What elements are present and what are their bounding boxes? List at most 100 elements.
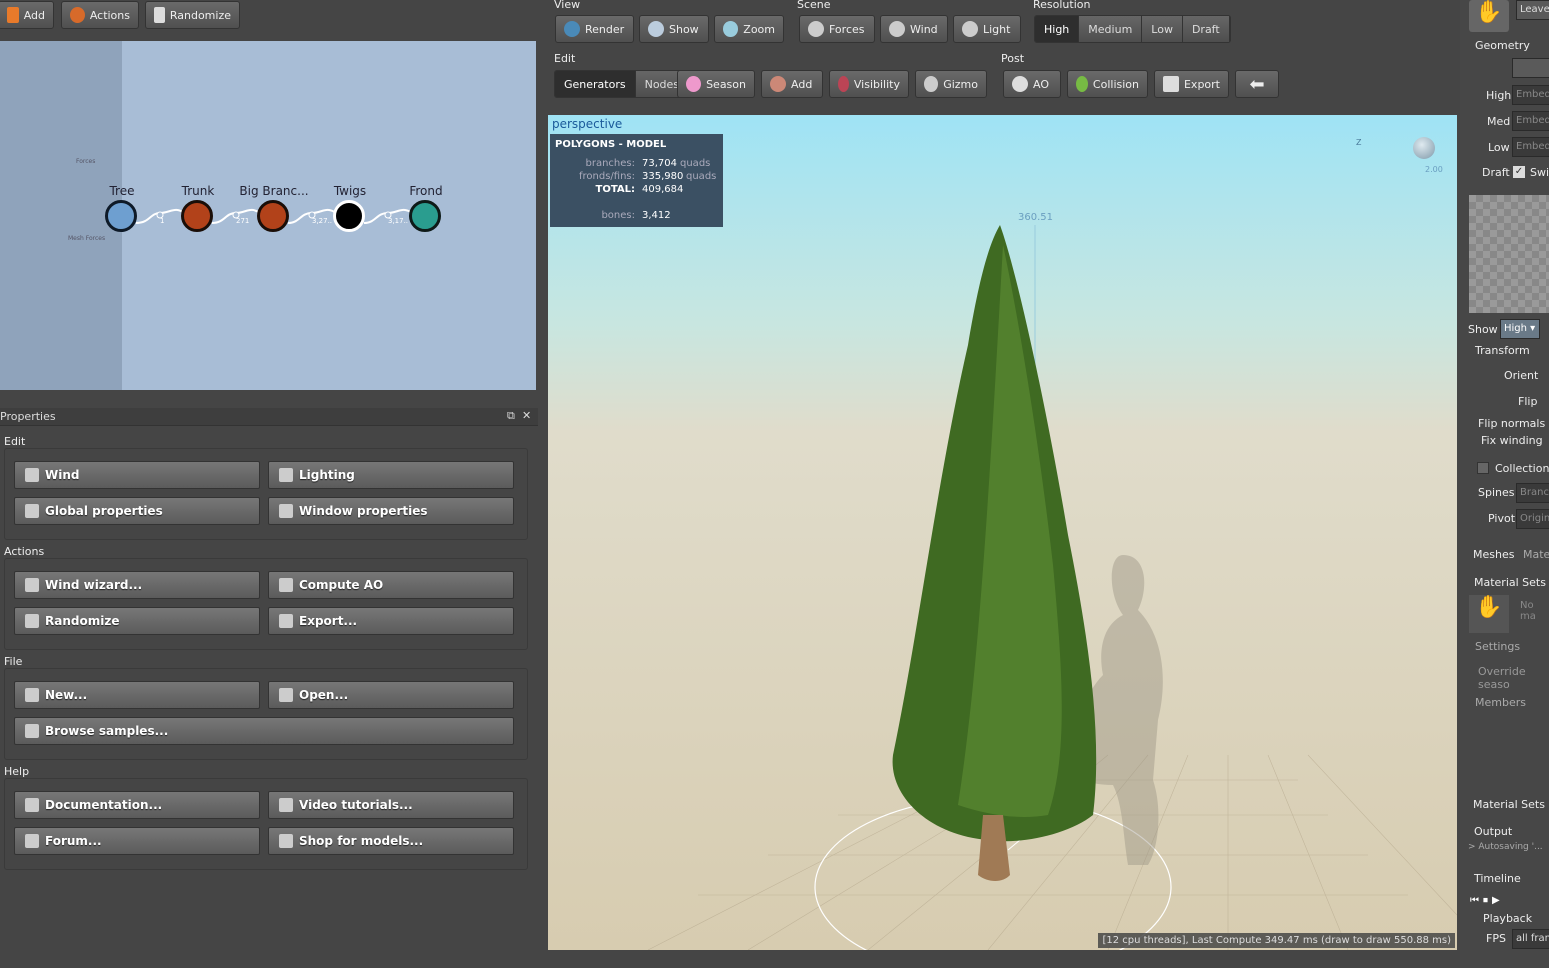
render-button[interactable]: Render bbox=[555, 15, 634, 43]
switch-label: Swi bbox=[1530, 166, 1549, 179]
collection-checkbox[interactable] bbox=[1477, 462, 1489, 474]
branches-unit: quads bbox=[680, 158, 711, 169]
resolution-medium[interactable]: Medium bbox=[1079, 16, 1143, 42]
output-label: Output bbox=[1474, 825, 1513, 838]
texture-preview bbox=[1469, 195, 1549, 313]
flip-normals-label: Flip normals bbox=[1478, 417, 1546, 430]
randomize-button[interactable]: Randomize bbox=[145, 1, 240, 29]
wind-button[interactable]: Wind bbox=[14, 461, 260, 489]
zoom-button[interactable]: Zoom bbox=[714, 15, 784, 43]
meshes-tab[interactable]: Meshes bbox=[1473, 548, 1514, 561]
view-mode-label: perspective bbox=[552, 117, 623, 131]
fronds-value: 335,980 bbox=[642, 171, 684, 182]
browse-samples-button[interactable]: Browse samples... bbox=[14, 717, 514, 745]
materials-tab[interactable]: Mate bbox=[1523, 548, 1549, 561]
lighting-button[interactable]: Lighting bbox=[268, 461, 514, 489]
node-trunk[interactable] bbox=[181, 200, 213, 232]
hand-icon[interactable]: ✋ bbox=[1469, 595, 1509, 633]
hand-icon[interactable]: ✋ bbox=[1469, 0, 1509, 32]
export-icon bbox=[279, 614, 293, 628]
node-graph[interactable]: Forces Mesh Forces 1 271 3,27.. 3,17.. T… bbox=[0, 41, 536, 390]
resolution-selector[interactable]: High Medium Low Draft bbox=[1034, 15, 1231, 43]
node-tree[interactable] bbox=[105, 200, 137, 232]
gizmo-button[interactable]: Gizmo bbox=[915, 70, 987, 98]
show-button[interactable]: Show bbox=[639, 15, 709, 43]
draft-checkbox[interactable]: ✓ bbox=[1513, 166, 1525, 178]
show-dropdown[interactable]: High ▾ bbox=[1500, 319, 1540, 339]
playback-controls[interactable]: ⏮⏹▶ bbox=[1470, 895, 1504, 906]
geometry-button[interactable] bbox=[1512, 58, 1549, 78]
orient-label: Orient bbox=[1504, 369, 1539, 382]
low-field[interactable]: Embed bbox=[1512, 137, 1549, 157]
season-button[interactable]: Season bbox=[677, 70, 755, 98]
light-button[interactable]: Light bbox=[953, 15, 1021, 43]
light-direction-icon[interactable] bbox=[1413, 137, 1435, 159]
ao-button[interactable]: AO bbox=[1003, 70, 1061, 98]
float-icon[interactable]: ⧉ bbox=[507, 409, 515, 423]
dice-icon bbox=[25, 614, 39, 628]
actions-button[interactable]: Actions bbox=[61, 1, 139, 29]
forum-button[interactable]: Forum... bbox=[14, 827, 260, 855]
wind-icon bbox=[25, 468, 39, 482]
settings-label: Settings bbox=[1475, 640, 1521, 653]
edit-mode-tabs[interactable]: Generators Nodes bbox=[554, 70, 691, 98]
back-button[interactable]: ⬅ bbox=[1235, 70, 1279, 98]
height-readout: 360.51 bbox=[1018, 212, 1053, 223]
resolution-draft[interactable]: Draft bbox=[1182, 16, 1230, 42]
bones-label: bones: bbox=[601, 210, 635, 221]
resolution-group-label: Resolution bbox=[1033, 0, 1091, 11]
actions-icon bbox=[70, 7, 85, 23]
leaves-tab[interactable]: Leave bbox=[1516, 0, 1549, 20]
export-button[interactable]: Export bbox=[1154, 70, 1229, 98]
export-action-button[interactable]: Export... bbox=[268, 607, 514, 635]
new-button[interactable]: New... bbox=[14, 681, 260, 709]
collision-icon bbox=[1076, 76, 1088, 92]
export-icon bbox=[1163, 76, 1179, 92]
collision-button[interactable]: Collision bbox=[1067, 70, 1148, 98]
search-icon bbox=[25, 724, 39, 738]
stats-title: POLYGONS - MODEL bbox=[555, 139, 667, 150]
node-big-branches[interactable] bbox=[257, 200, 289, 232]
gizmo-icon bbox=[924, 76, 939, 92]
node-label: Big Branc... bbox=[239, 184, 309, 198]
wind-wizard-button[interactable]: Wind wizard... bbox=[14, 571, 260, 599]
open-button[interactable]: Open... bbox=[268, 681, 514, 709]
resolution-high[interactable]: High bbox=[1035, 16, 1080, 42]
node-frond[interactable] bbox=[409, 200, 441, 232]
window-properties-button[interactable]: Window properties bbox=[268, 497, 514, 525]
material-sets-label: Material Sets bbox=[1474, 576, 1546, 589]
high-field[interactable]: Embed bbox=[1512, 85, 1549, 105]
pivot-field[interactable]: Origin bbox=[1516, 509, 1549, 529]
med-label: Med bbox=[1487, 115, 1511, 128]
material-sets-tab[interactable]: Material Sets bbox=[1473, 798, 1545, 811]
window-icon bbox=[279, 504, 293, 518]
axis-gizmo-icon: Z bbox=[1356, 138, 1362, 147]
shop-button[interactable]: Shop for models... bbox=[268, 827, 514, 855]
visibility-icon bbox=[838, 76, 849, 92]
resolution-low[interactable]: Low bbox=[1142, 16, 1183, 42]
tab-generators[interactable]: Generators bbox=[555, 71, 636, 97]
close-icon[interactable]: ✕ bbox=[522, 409, 531, 422]
documentation-button[interactable]: Documentation... bbox=[14, 791, 260, 819]
compute-ao-button[interactable]: Compute AO bbox=[268, 571, 514, 599]
viewport[interactable]: perspective POLYGONS - MODEL branches: 7… bbox=[548, 115, 1457, 950]
geometry-label: Geometry bbox=[1475, 39, 1530, 52]
wind-toolbar-button[interactable]: Wind bbox=[880, 15, 948, 43]
forces-button[interactable]: Forces bbox=[799, 15, 875, 43]
spines-field[interactable]: Branc bbox=[1516, 483, 1549, 503]
override-season-label: Override seaso bbox=[1478, 665, 1526, 691]
season-icon bbox=[686, 76, 702, 92]
dice-icon bbox=[154, 7, 165, 23]
global-properties-button[interactable]: Global properties bbox=[14, 497, 260, 525]
fps-dropdown[interactable]: all fram bbox=[1512, 929, 1549, 949]
add-button[interactable]: Add bbox=[0, 1, 54, 29]
fps-label: FPS bbox=[1486, 932, 1506, 945]
node-twigs[interactable] bbox=[333, 200, 365, 232]
visibility-button[interactable]: Visibility bbox=[829, 70, 909, 98]
video-tutorials-button[interactable]: Video tutorials... bbox=[268, 791, 514, 819]
med-field[interactable]: Embed bbox=[1512, 111, 1549, 131]
wind-icon bbox=[889, 21, 905, 37]
add-toolbar-button[interactable]: Add bbox=[761, 70, 823, 98]
randomize-action-button[interactable]: Randomize bbox=[14, 607, 260, 635]
branches-value: 73,704 bbox=[642, 158, 677, 169]
